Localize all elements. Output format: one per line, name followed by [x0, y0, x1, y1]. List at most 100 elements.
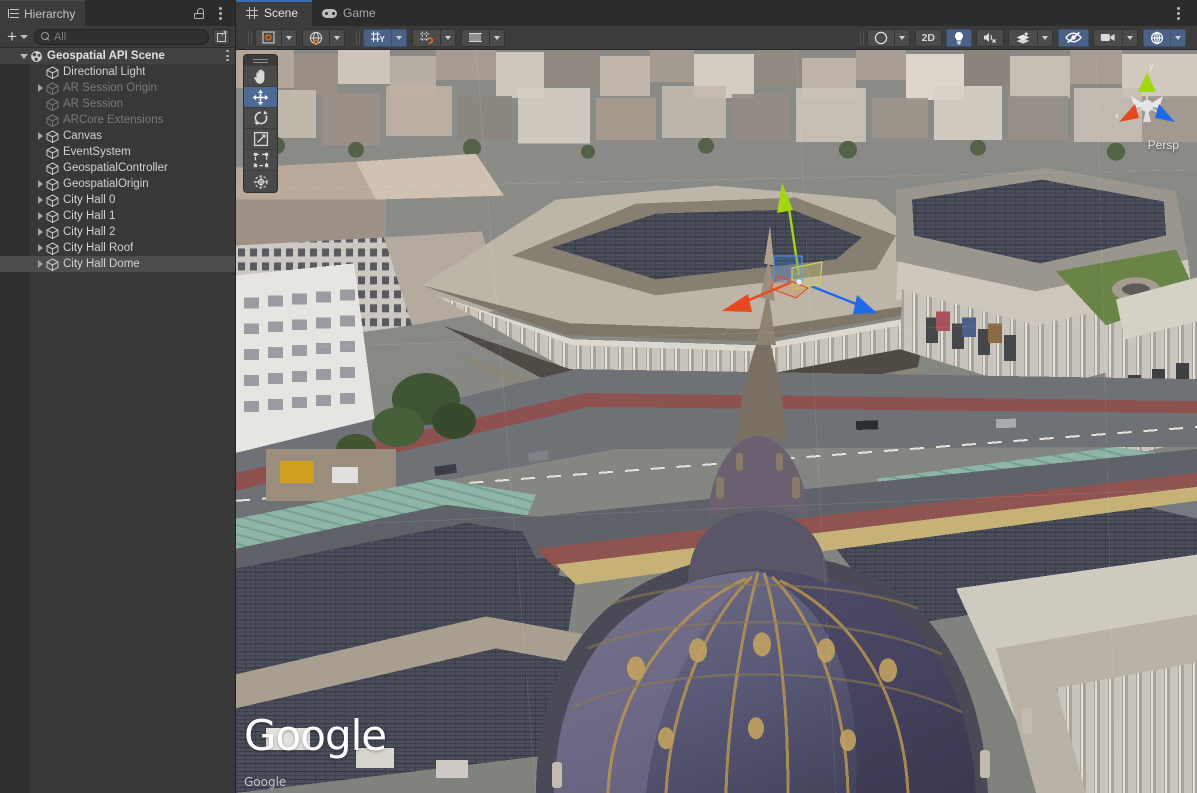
- hierarchy-row[interactable]: AR Session: [0, 96, 235, 112]
- gizmos-globe-icon[interactable]: [1143, 29, 1170, 47]
- hierarchy-row-label: AR Session: [63, 98, 123, 110]
- hierarchy-row-label: GeospatialController: [63, 162, 168, 174]
- chevron-right-icon[interactable]: [34, 196, 46, 204]
- chevron-right-icon[interactable]: [34, 132, 46, 140]
- shaded-sphere-icon[interactable]: [867, 29, 894, 47]
- grid-snapping-dropdown[interactable]: [391, 29, 407, 47]
- hierarchy-icon: [8, 9, 19, 18]
- hierarchy-row-kebab-menu-icon[interactable]: [226, 50, 229, 61]
- chevron-right-icon[interactable]: [34, 212, 46, 220]
- tab-scene[interactable]: Scene: [236, 0, 312, 26]
- scene-tabbar-right: [390, 0, 1197, 26]
- scene-grid-icon: [246, 7, 258, 19]
- gameobject-cube-icon: [46, 98, 59, 111]
- hierarchy-row[interactable]: GeospatialController: [0, 160, 235, 176]
- search-input[interactable]: [54, 31, 202, 43]
- chevron-right-icon[interactable]: [34, 228, 46, 236]
- scale-tool[interactable]: [244, 129, 277, 150]
- rect-tool[interactable]: [244, 150, 277, 171]
- fx-dropdown[interactable]: [1037, 29, 1053, 47]
- hierarchy-row-label: City Hall Dome: [63, 258, 140, 270]
- expand-panel-icon[interactable]: [213, 29, 230, 45]
- chevron-down-icon[interactable]: [18, 54, 30, 59]
- hierarchy-row-label: Canvas: [63, 130, 102, 142]
- scene-visibility-button[interactable]: [1058, 29, 1089, 47]
- unity-scene-icon: [30, 50, 43, 63]
- create-object-button[interactable]: +: [5, 30, 30, 44]
- pivot-mode-dropdown[interactable]: [281, 29, 297, 47]
- hierarchy-row-label: Geospatial API Scene: [47, 50, 165, 62]
- hierarchy-row[interactable]: City Hall 0: [0, 192, 235, 208]
- hierarchy-row-label: City Hall 0: [63, 194, 115, 206]
- gameobject-cube-icon: [46, 258, 59, 271]
- hierarchy-tabbar: Hierarchy: [0, 0, 235, 26]
- gameobject-cube-icon: [46, 226, 59, 239]
- hierarchy-row[interactable]: GeospatialOrigin: [0, 176, 235, 192]
- effects-layers-icon[interactable]: [1008, 29, 1037, 47]
- hand-tool[interactable]: [244, 66, 277, 87]
- gizmo-x-label: x: [1115, 111, 1119, 120]
- camera-settings-dropdown[interactable]: [1122, 29, 1138, 47]
- fx-group: [1008, 29, 1053, 47]
- chevron-right-icon[interactable]: [34, 244, 46, 252]
- svg-text:Y: Y: [380, 35, 386, 44]
- hierarchy-row-label: City Hall 1: [63, 210, 115, 222]
- scene-projection-label[interactable]: Persp: [1148, 138, 1179, 152]
- 2d-toggle-label: 2D: [922, 32, 935, 44]
- rotate-tool[interactable]: [244, 108, 277, 129]
- chevron-right-icon[interactable]: [34, 84, 46, 92]
- handle-rotation-dropdown[interactable]: [329, 29, 345, 47]
- gameobject-cube-icon: [46, 66, 59, 79]
- hierarchy-row[interactable]: Canvas: [0, 128, 235, 144]
- transform-tool[interactable]: [244, 171, 277, 192]
- transform-tool-icon: [253, 174, 269, 190]
- camera-icon[interactable]: [1093, 29, 1122, 47]
- pivot-mode-group: [255, 29, 297, 47]
- hierarchy-row[interactable]: EventSystem: [0, 144, 235, 160]
- scene-3d-render: [236, 50, 1197, 793]
- scene-audio-button[interactable]: [976, 29, 1004, 47]
- gizmos-dropdown[interactable]: [1170, 29, 1186, 47]
- hierarchy-panel: Hierarchy +: [0, 0, 236, 793]
- move-tool[interactable]: [244, 87, 277, 108]
- tab-game[interactable]: Game: [312, 0, 390, 26]
- scene-panel: Scene Game: [236, 0, 1197, 793]
- hierarchy-row[interactable]: ARCore Extensions: [0, 112, 235, 128]
- shading-mode-dropdown[interactable]: [894, 29, 910, 47]
- scale-icon: [253, 131, 269, 147]
- tabbar-filler: [85, 0, 190, 26]
- grid-ruler-icon[interactable]: [461, 29, 489, 47]
- gameobject-cube-icon: [46, 82, 59, 95]
- scene-lighting-button[interactable]: [946, 29, 972, 47]
- hierarchy-row[interactable]: City Hall 1: [0, 208, 235, 224]
- tab-hierarchy[interactable]: Hierarchy: [0, 0, 85, 26]
- lock-open-icon[interactable]: [190, 3, 208, 23]
- pivot-center-icon[interactable]: [255, 29, 281, 47]
- scene-viewport[interactable]: y x: [236, 50, 1197, 793]
- hierarchy-row[interactable]: City Hall Roof: [0, 240, 235, 256]
- hierarchy-search-field[interactable]: [34, 29, 209, 45]
- tool-palette-drag-handle[interactable]: [244, 55, 277, 66]
- move-arrows-icon: [252, 89, 269, 106]
- grid-snapping-group: Y: [363, 29, 407, 47]
- grid-snap-y-icon[interactable]: Y: [363, 29, 391, 47]
- hierarchy-row[interactable]: AR Session Origin: [0, 80, 235, 96]
- global-local-icon[interactable]: [302, 29, 329, 47]
- snap-increment-icon[interactable]: [412, 29, 440, 47]
- grid-opacity-dropdown[interactable]: [489, 29, 505, 47]
- hierarchy-row[interactable]: Geospatial API Scene: [0, 48, 235, 64]
- hierarchy-kebab-menu-icon[interactable]: [211, 3, 229, 23]
- eye-off-icon: [1065, 31, 1082, 44]
- chevron-right-icon[interactable]: [34, 180, 46, 188]
- hierarchy-row[interactable]: Directional Light: [0, 64, 235, 80]
- 2d-toggle-button[interactable]: 2D: [915, 29, 942, 47]
- gameobject-cube-icon: [46, 210, 59, 223]
- scene-window-kebab-menu-icon[interactable]: [1169, 3, 1187, 23]
- hierarchy-row[interactable]: City Hall Dome: [0, 256, 235, 272]
- snap-increment-group: [412, 29, 456, 47]
- tab-scene-label: Scene: [264, 6, 298, 20]
- hierarchy-row[interactable]: City Hall 2: [0, 224, 235, 240]
- snap-increment-dropdown[interactable]: [440, 29, 456, 47]
- chevron-right-icon[interactable]: [34, 260, 46, 268]
- camera-settings-group: [1093, 29, 1138, 47]
